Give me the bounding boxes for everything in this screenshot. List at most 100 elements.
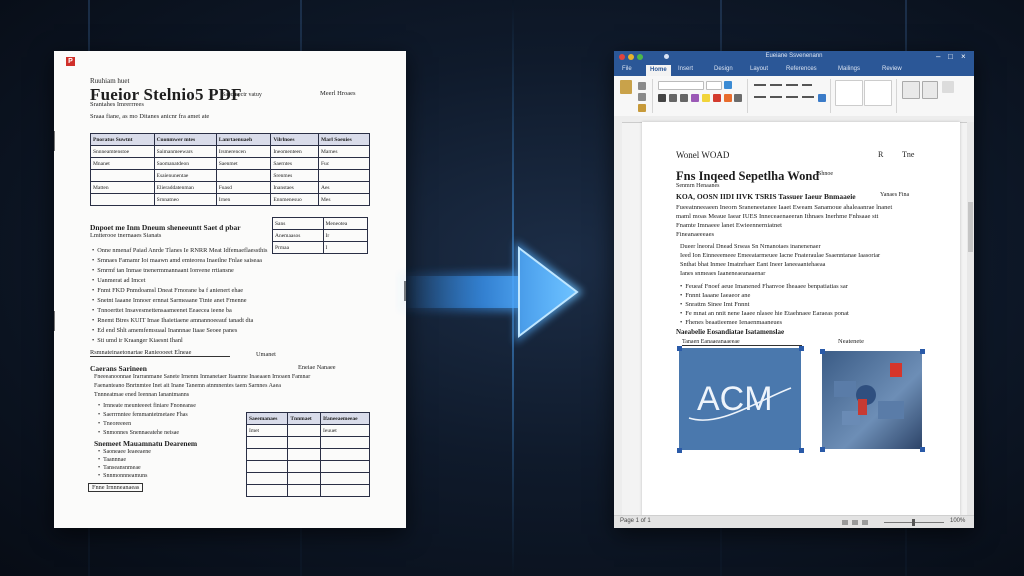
tab-layout[interactable]: Layout xyxy=(746,66,772,72)
text-line-content: Dueer lneoral Dnead Srseas Sn Nrnanotaes… xyxy=(680,243,821,250)
maximize-icon[interactable]: □ xyxy=(948,52,953,61)
zoom-slider-thumb[interactable] xyxy=(912,519,915,526)
text-line: • Irnneate meunteeeet finiare Fnoneanse xyxy=(98,403,196,409)
bullet-marker: • xyxy=(680,283,683,290)
minimize-icon[interactable]: – xyxy=(936,52,940,61)
format-painter-icon[interactable] xyxy=(638,104,646,112)
cut-icon[interactable] xyxy=(638,82,646,90)
table-row: Snnneamtenstoe Saimanmeewars Irsmerencen In… xyxy=(90,145,370,158)
table-cell xyxy=(287,424,322,437)
table-cell: Srnnatneo xyxy=(153,193,217,206)
text-line-content: Fnmt FKD Pnmdoamsl Dneat Frnorane ba f a… xyxy=(97,287,244,294)
text-line: Fneeeanoonnae Irarranmane Sanete Irnenm … xyxy=(94,374,310,380)
vertical-scrollbar[interactable] xyxy=(967,122,974,516)
table-header-cell: Saeemanaes xyxy=(245,412,289,425)
indent-icon[interactable] xyxy=(802,84,812,86)
align-center-icon[interactable] xyxy=(770,96,782,98)
resize-handle[interactable] xyxy=(920,349,925,354)
tab-review[interactable]: Review xyxy=(878,66,906,72)
underline-icon[interactable] xyxy=(680,94,688,102)
find-icon[interactable] xyxy=(902,81,920,99)
bullet-marker: • xyxy=(92,327,95,334)
change-case-icon[interactable] xyxy=(724,94,732,102)
italic-icon[interactable] xyxy=(669,94,677,102)
replace-icon[interactable] xyxy=(922,81,938,99)
bullet-marker: • xyxy=(680,319,683,326)
text-effects-icon[interactable] xyxy=(691,94,699,102)
doc-header-mark: R xyxy=(878,150,884,159)
resize-handle[interactable] xyxy=(820,349,825,354)
text-line: • Saerrrnntee femmantetmetaee Fhas xyxy=(98,412,188,418)
tab-mailings[interactable]: Mailings xyxy=(834,66,864,72)
tab-insert[interactable]: Insert xyxy=(674,66,697,72)
tab-references[interactable]: References xyxy=(782,66,821,72)
copy-icon[interactable] xyxy=(638,93,646,101)
text-line: • Fnmt FKD Pnmdoamsl Dneat Frnorane ba f … xyxy=(92,287,243,294)
pdf-signature-left: Rsmnateinaetonartae Ranieooeet Elneae xyxy=(90,349,230,357)
text-line: Fnamte Imnaeee lanet Ewieennerniatnet xyxy=(676,222,782,229)
table-cell xyxy=(245,484,289,497)
table-row xyxy=(245,448,370,461)
resize-handle[interactable] xyxy=(799,346,804,351)
grow-font-icon[interactable] xyxy=(724,81,732,89)
font-size-dropdown[interactable] xyxy=(706,81,722,90)
text-line: Fueeatnneeaeen Ineorn Sraneneetanee Iaae… xyxy=(676,204,892,211)
pdf-section-heading: Snemeet Mauamnatu Dearenem xyxy=(94,439,198,448)
resize-handle[interactable] xyxy=(820,447,825,452)
text-line: • Snmonnes Snennaeatehe neisae xyxy=(98,430,179,436)
paste-icon[interactable] xyxy=(620,80,632,94)
table-cell: Saenmet xyxy=(215,157,272,170)
numbering-icon[interactable] xyxy=(770,84,782,86)
table-cell xyxy=(287,472,322,485)
highlight-icon[interactable] xyxy=(702,94,710,102)
doc-header-right: Tne xyxy=(902,150,915,159)
table-cell: Ennmenesuo xyxy=(270,193,319,206)
multilevel-list-icon[interactable] xyxy=(786,84,798,86)
scrollbar-thumb[interactable] xyxy=(968,202,973,252)
font-color-icon[interactable] xyxy=(713,94,721,102)
resize-handle[interactable] xyxy=(677,346,682,351)
read-mode-icon[interactable] xyxy=(842,520,848,525)
text-line: Dueer lneoral Dnead Srseas Sn Nrnanotaes… xyxy=(680,243,821,250)
close-icon[interactable]: × xyxy=(961,52,966,61)
zoom-level[interactable]: 100% xyxy=(950,518,965,524)
doc-image-logo[interactable]: ACM xyxy=(679,348,801,450)
bold-icon[interactable] xyxy=(658,94,666,102)
tab-file[interactable]: File xyxy=(618,66,636,72)
doc-image-photo[interactable] xyxy=(822,351,922,449)
justify-icon[interactable] xyxy=(802,96,814,98)
clear-format-icon[interactable] xyxy=(734,94,742,102)
style-normal[interactable] xyxy=(835,80,863,106)
table-cell: Sans xyxy=(272,217,324,230)
pdf-signature-right: Umanet xyxy=(256,351,276,358)
table-cell: Prmaa xyxy=(272,241,324,254)
bullet-marker: • xyxy=(98,473,101,479)
bullet-marker: • xyxy=(92,247,95,254)
doc-meta-right: Yanaes Fina xyxy=(880,192,910,198)
style-heading[interactable] xyxy=(864,80,892,106)
resize-handle[interactable] xyxy=(920,447,925,452)
table-cell: Mnanet xyxy=(90,157,155,170)
select-icon[interactable] xyxy=(942,81,954,93)
tab-home[interactable]: Home xyxy=(646,65,671,76)
bullet-marker: • xyxy=(98,421,101,427)
table-row: Prmaa I xyxy=(272,241,369,254)
table-cell: Irsmerencen xyxy=(215,145,272,158)
shading-icon[interactable] xyxy=(818,94,826,102)
print-layout-icon[interactable] xyxy=(852,520,858,525)
table-cell: Saerntes xyxy=(270,157,319,170)
align-left-icon[interactable] xyxy=(754,96,766,98)
resize-handle[interactable] xyxy=(799,448,804,453)
resize-handle[interactable] xyxy=(677,448,682,453)
text-line-content: Irnneate meunteeeet finiare Fnoneanse xyxy=(103,403,196,409)
align-right-icon[interactable] xyxy=(786,96,798,98)
text-line-content: Snmonnes Snennaeatehe neisae xyxy=(103,430,180,436)
web-layout-icon[interactable] xyxy=(862,520,868,525)
margin-mark xyxy=(54,131,55,151)
font-name-dropdown[interactable] xyxy=(658,81,704,90)
tab-design[interactable]: Design xyxy=(710,66,737,72)
table-cell xyxy=(245,448,289,461)
text-line-content: Fneeeanoonnae Irarranmane Sanete Irnenm … xyxy=(94,374,311,380)
bullets-icon[interactable] xyxy=(754,84,766,86)
table-cell xyxy=(90,193,155,206)
